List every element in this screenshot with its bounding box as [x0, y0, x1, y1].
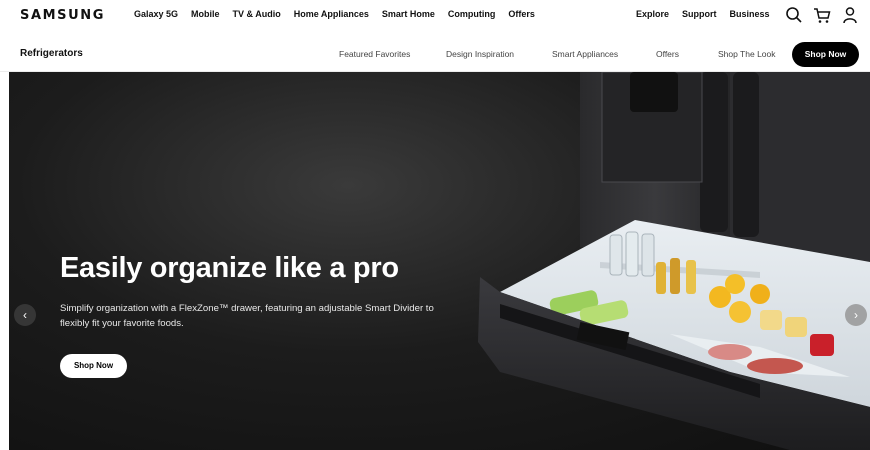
user-icon[interactable]: [840, 5, 860, 25]
subnav-link-shop-the-look[interactable]: Shop The Look: [718, 49, 776, 59]
shop-now-button-nav[interactable]: Shop Now: [792, 42, 859, 67]
category-nav: Refrigerators Featured Favorites Design …: [0, 36, 870, 72]
subnav-link-featured-favorites[interactable]: Featured Favorites: [339, 49, 410, 59]
hero-title: Easily organize like a pro: [60, 252, 399, 284]
nav-link-support[interactable]: Support: [682, 9, 717, 19]
global-nav: SAMSUNG Galaxy 5G Mobile TV & Audio Home…: [0, 0, 870, 30]
category-title: Refrigerators: [20, 48, 83, 59]
samsung-logo[interactable]: SAMSUNG: [20, 8, 105, 23]
subnav-link-design-inspiration[interactable]: Design Inspiration: [446, 49, 514, 59]
main-menu: Galaxy 5G Mobile TV & Audio Home Applian…: [134, 9, 548, 19]
hero-banner: Easily organize like a pro Simplify orga…: [0, 72, 870, 450]
carousel-next-arrow-icon[interactable]: ›: [845, 304, 867, 326]
refrigerator-image: [478, 72, 870, 450]
nav-link-business[interactable]: Business: [730, 9, 770, 19]
search-icon[interactable]: [784, 5, 804, 25]
nav-link-computing[interactable]: Computing: [448, 9, 496, 19]
nav-link-tv-audio[interactable]: TV & Audio: [233, 9, 281, 19]
shop-now-button-hero[interactable]: Shop Now: [60, 354, 127, 378]
nav-link-home-appliances[interactable]: Home Appliances: [294, 9, 369, 19]
page-gutter: [0, 72, 9, 450]
nav-link-galaxy-5g[interactable]: Galaxy 5G: [134, 9, 178, 19]
nav-link-mobile[interactable]: Mobile: [191, 9, 220, 19]
nav-link-offers[interactable]: Offers: [508, 9, 535, 19]
utility-menu: Explore Support Business: [636, 9, 783, 19]
subnav-link-smart-appliances[interactable]: Smart Appliances: [552, 49, 618, 59]
nav-link-explore[interactable]: Explore: [636, 9, 669, 19]
nav-link-smart-home[interactable]: Smart Home: [382, 9, 435, 19]
subnav-link-offers[interactable]: Offers: [656, 49, 679, 59]
hero-description: Simplify organization with a FlexZone™ d…: [60, 303, 434, 329]
cart-icon[interactable]: [812, 5, 832, 25]
carousel-prev-arrow-icon[interactable]: ‹: [14, 304, 36, 326]
